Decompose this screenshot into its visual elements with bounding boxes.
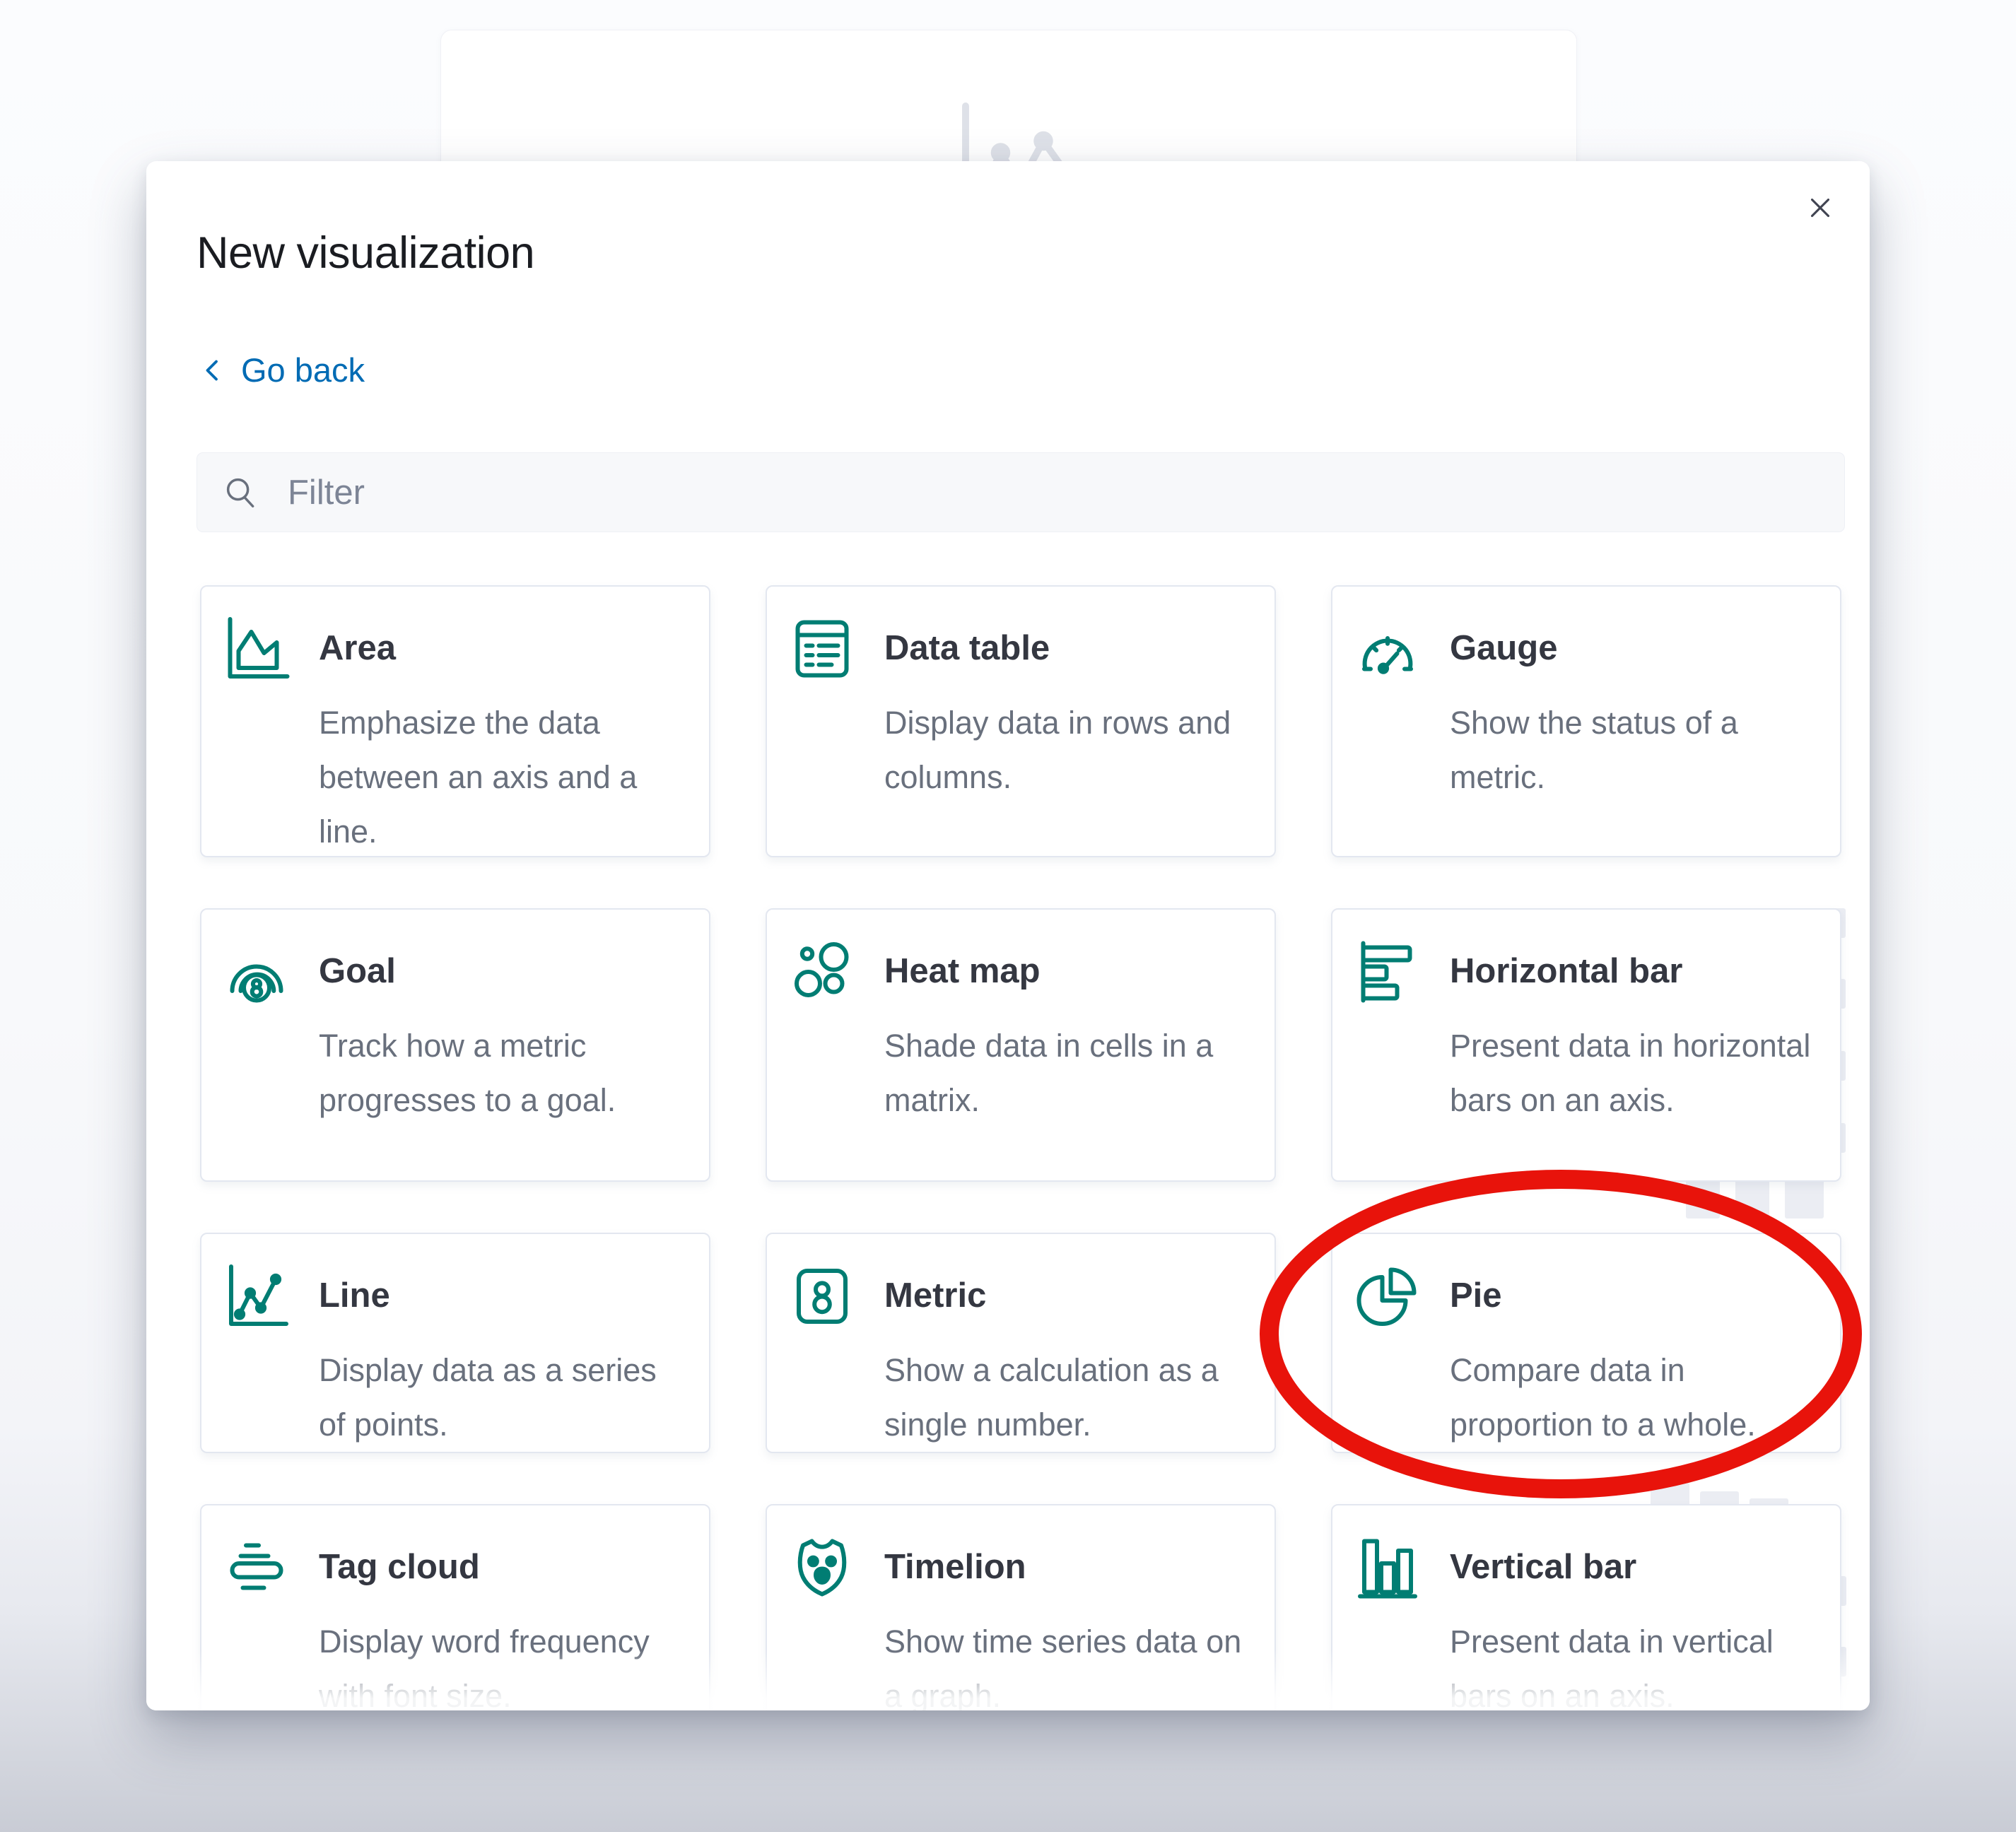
metric-icon xyxy=(788,1262,856,1330)
card-title: Gauge xyxy=(1450,630,1557,668)
card-description: Present data in horizontal bars on an ax… xyxy=(1450,1018,1815,1127)
area-chart-icon xyxy=(223,615,291,683)
card-title: Heat map xyxy=(884,953,1041,991)
card-description: Emphasize the data between an axis and a… xyxy=(319,695,684,857)
horizontal-bar-icon xyxy=(1354,938,1422,1006)
go-back-link[interactable]: Go back xyxy=(199,351,365,389)
tag-cloud-icon xyxy=(223,1534,291,1602)
gauge-icon xyxy=(1354,615,1422,683)
timelion-icon xyxy=(788,1534,856,1602)
card-heat-map[interactable]: Heat map Shade data in cells in a matrix… xyxy=(766,908,1276,1182)
page-title: New visualization xyxy=(197,228,534,278)
card-metric[interactable]: Metric Show a calculation as a single nu… xyxy=(766,1233,1276,1453)
card-description: Show time series data on a graph. xyxy=(884,1614,1249,1710)
visualization-grid: Area Emphasize the data between an axis … xyxy=(200,585,1841,1710)
card-tag-cloud[interactable]: Tag cloud Display word frequency with fo… xyxy=(200,1504,710,1710)
new-visualization-modal: New visualization Go back Area E xyxy=(146,161,1870,1710)
search-icon xyxy=(221,473,261,512)
card-description: Display data as a series of points. xyxy=(319,1343,684,1452)
card-description: Show the status of a metric. xyxy=(1450,695,1815,804)
close-icon[interactable] xyxy=(1802,189,1839,226)
pie-chart-icon xyxy=(1354,1262,1422,1330)
card-horizontal-bar[interactable]: Horizontal bar Present data in horizonta… xyxy=(1331,908,1841,1182)
filter-input[interactable] xyxy=(286,472,1820,513)
line-chart-icon xyxy=(223,1262,291,1330)
card-title: Metric xyxy=(884,1277,986,1315)
vertical-bar-icon xyxy=(1354,1534,1422,1602)
chevron-left-icon xyxy=(199,356,227,384)
card-area[interactable]: Area Emphasize the data between an axis … xyxy=(200,585,710,857)
go-back-label: Go back xyxy=(241,351,365,389)
card-title: Line xyxy=(319,1277,390,1315)
card-description: Display data in rows and columns. xyxy=(884,695,1249,804)
card-description: Present data in vertical bars on an axis… xyxy=(1450,1614,1815,1710)
card-data-table[interactable]: Data table Display data in rows and colu… xyxy=(766,585,1276,857)
card-title: Goal xyxy=(319,953,396,991)
page-background: New visualization Go back Area E xyxy=(0,0,2016,1832)
card-title: Pie xyxy=(1450,1277,1502,1315)
card-title: Horizontal bar xyxy=(1450,953,1682,991)
data-table-icon xyxy=(788,615,856,683)
card-title: Timelion xyxy=(884,1549,1026,1587)
card-pie[interactable]: Pie Compare data in proportion to a whol… xyxy=(1331,1233,1841,1453)
card-title: Data table xyxy=(884,630,1050,668)
card-gauge[interactable]: Gauge Show the status of a metric. xyxy=(1331,585,1841,857)
filter-search-field[interactable] xyxy=(197,452,1845,532)
card-title: Vertical bar xyxy=(1450,1549,1636,1587)
card-goal[interactable]: Goal Track how a metric progresses to a … xyxy=(200,908,710,1182)
card-description: Track how a metric progresses to a goal. xyxy=(319,1018,684,1127)
card-timelion[interactable]: Timelion Show time series data on a grap… xyxy=(766,1504,1276,1710)
goal-icon xyxy=(223,938,291,1006)
heat-map-icon xyxy=(788,938,856,1006)
card-title: Area xyxy=(319,630,396,668)
card-description: Shade data in cells in a matrix. xyxy=(884,1018,1249,1127)
card-description: Show a calculation as a single number. xyxy=(884,1343,1249,1452)
card-line[interactable]: Line Display data as a series of points. xyxy=(200,1233,710,1453)
card-title: Tag cloud xyxy=(319,1549,480,1587)
card-description: Display word frequency with font size. xyxy=(319,1614,684,1710)
card-vertical-bar[interactable]: Vertical bar Present data in vertical ba… xyxy=(1331,1504,1841,1710)
card-description: Compare data in proportion to a whole. xyxy=(1450,1343,1815,1452)
